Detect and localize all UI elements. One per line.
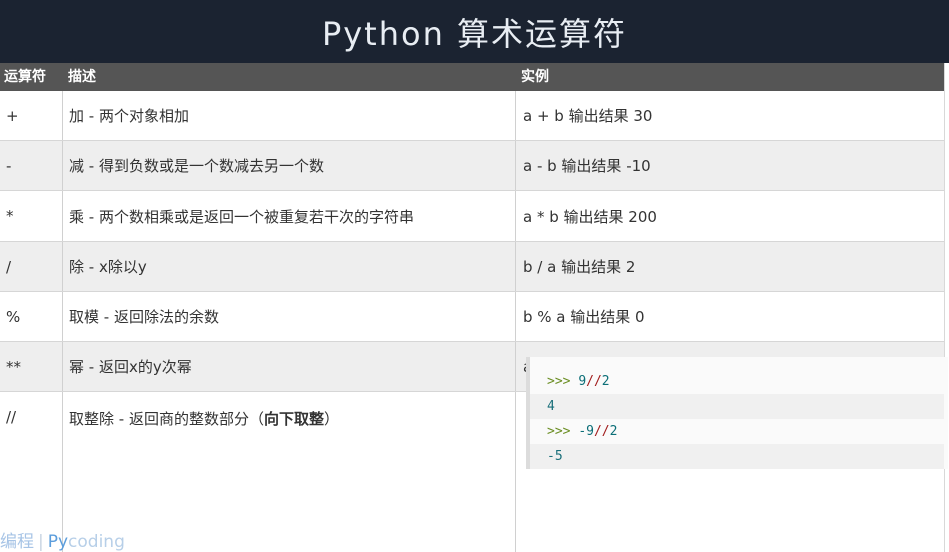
code-number: 2 [609, 424, 618, 439]
code-line: -5 [530, 444, 944, 469]
header-description: 描述 [68, 69, 96, 85]
operators-table: 运算符 描述 实例 + 加 - 两个对象相加 a + b 输出结果 30 - 减… [0, 63, 944, 552]
table-header: 运算符 描述 实例 [0, 63, 944, 91]
example-cell: a * b 输出结果 200 [523, 207, 657, 226]
code-example-block: >>> 9//2 4 >>> -9//2 -5 [526, 357, 948, 469]
operator-cell: ** [0, 342, 63, 391]
watermark-brand: Py [47, 532, 69, 552]
header-operator: 运算符 [4, 69, 46, 85]
table-row: * 乘 - 两个数相乘或是返回一个被重复若干次的字符串 a * b 输出结果 2… [0, 191, 944, 242]
table-row: + 加 - 两个对象相加 a + b 输出结果 30 [0, 91, 944, 141]
description-cell: 乘 - 两个数相乘或是返回一个被重复若干次的字符串 [63, 191, 516, 241]
operator-cell: % [0, 292, 63, 341]
operator-cell: - [0, 141, 63, 190]
description-cell: 幂 - 返回x的y次幂 [63, 342, 516, 391]
page-title: Python 算术运算符 [0, 0, 949, 63]
code-operator: // [586, 374, 602, 389]
description-cell: 除 - x除以y [63, 242, 516, 291]
description-cell: 加 - 两个对象相加 [63, 91, 516, 140]
code-output: -5 [547, 449, 563, 464]
code-operator: // [593, 424, 610, 439]
page-edge [944, 63, 949, 552]
table-row: - 减 - 得到负数或是一个数减去另一个数 a - b 输出结果 -10 [0, 141, 944, 191]
header-example: 实例 [521, 69, 549, 85]
watermark-separator: | [38, 532, 44, 552]
code-line: >>> 9//2 [530, 369, 944, 394]
description-text: 取整除 - 返回商的整数部分（ [69, 410, 264, 428]
description-cell: 取整除 - 返回商的整数部分（ 向下取整） [63, 392, 516, 552]
example-cell: a + b 输出结果 30 [523, 107, 653, 125]
example-cell: a - b 输出结果 -10 [523, 157, 651, 175]
table-row: / 除 - x除以y b / a 输出结果 2 [0, 242, 944, 292]
code-line: >>> -9//2 [530, 419, 944, 444]
code-number: 2 [601, 374, 610, 389]
operator-cell: / [0, 242, 63, 291]
description-text-end: ） [323, 410, 339, 428]
example-cell: b / a 输出结果 2 [523, 258, 636, 276]
operator-cell: * [0, 191, 63, 241]
code-prompt: >>> [547, 374, 579, 389]
code-number: -9 [578, 424, 594, 439]
code-number: 9 [578, 374, 587, 389]
table-row: % 取模 - 返回除法的余数 b % a 输出结果 0 [0, 292, 944, 342]
code-line: 4 [530, 394, 944, 419]
watermark-text: 编程 [0, 532, 34, 552]
example-cell: b % a 输出结果 0 [523, 308, 645, 326]
watermark: 编程 | Pycoding [0, 527, 125, 552]
description-cell: 减 - 得到负数或是一个数减去另一个数 [63, 141, 516, 190]
watermark-brand-rest: coding [68, 532, 125, 552]
code-prompt: >>> [547, 424, 579, 439]
code-output: 4 [547, 399, 555, 414]
operator-cell: + [0, 91, 63, 140]
description-bold: 向下取整 [263, 410, 324, 428]
description-cell: 取模 - 返回除法的余数 [63, 292, 516, 341]
